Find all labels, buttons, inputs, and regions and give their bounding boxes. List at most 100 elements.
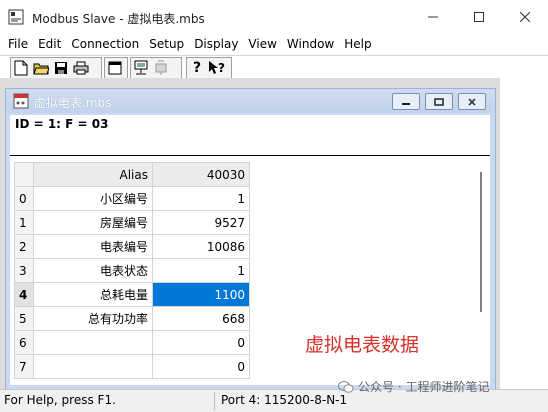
row-number: 7: [14, 354, 34, 379]
alias-cell[interactable]: [33, 330, 153, 355]
open-folder-icon: [33, 63, 49, 75]
row-number: 0: [14, 186, 34, 211]
wechat-watermark: 公众号 · 工程师进阶笔记: [338, 378, 489, 395]
window-icon: [108, 61, 122, 75]
maximize-icon: [474, 12, 484, 22]
alias-cell[interactable]: [33, 354, 153, 379]
menu-edit[interactable]: Edit: [33, 37, 66, 51]
header-divider: [10, 155, 490, 156]
maximize-button[interactable]: [456, 0, 502, 34]
value-cell[interactable]: 9527: [152, 210, 250, 235]
document-window: 虚拟电表.mbs ID = 1: F = 03 Alias 40030 0 小区…: [5, 88, 496, 390]
menu-bar: File Edit Connection Setup Display View …: [0, 34, 548, 54]
window-button[interactable]: [105, 59, 125, 77]
value-cell[interactable]: 0: [152, 330, 250, 355]
document-title: 虚拟电表.mbs: [34, 96, 112, 110]
value-cell[interactable]: 1: [152, 258, 250, 283]
new-button[interactable]: [11, 59, 31, 77]
address-column-header[interactable]: 40030: [152, 162, 250, 187]
wechat-watermark-text: 公众号 · 工程师进阶笔记: [358, 380, 490, 394]
row-number: 4: [14, 282, 34, 307]
menu-display[interactable]: Display: [189, 37, 243, 51]
wechat-icon: [338, 380, 354, 393]
table-header-row: Alias 40030: [14, 162, 250, 187]
alias-column-header[interactable]: Alias: [33, 162, 153, 187]
context-help-icon: ?: [209, 61, 225, 75]
document-close-button[interactable]: [458, 93, 486, 110]
table-row: 0 小区编号 1: [14, 186, 250, 211]
alias-cell[interactable]: 房屋编号: [33, 210, 153, 235]
alias-cell[interactable]: 电表状态: [33, 258, 153, 283]
vertical-scrollbar[interactable]: [475, 162, 487, 385]
menu-file[interactable]: File: [0, 37, 33, 51]
value-cell[interactable]: 0: [152, 354, 250, 379]
value-cell[interactable]: 1: [152, 186, 250, 211]
toolbar-help-group: ? ?: [186, 57, 232, 79]
table-row: 3 电表状态 1: [14, 258, 250, 283]
maximize-icon: [434, 97, 444, 106]
toolbar-connection-group: [130, 57, 182, 79]
close-button[interactable]: [502, 0, 548, 34]
document-maximize-button[interactable]: [425, 93, 453, 110]
connect-icon: [134, 60, 148, 75]
title-bar: Modbus Slave - 虚拟电表.mbs: [0, 0, 548, 34]
value-cell[interactable]: 668: [152, 306, 250, 331]
svg-text:?: ?: [218, 61, 225, 75]
row-number: 3: [14, 258, 34, 283]
value-cell-selected[interactable]: 1100: [152, 282, 250, 307]
scrollbar-thumb[interactable]: [480, 172, 482, 312]
disconnect-button[interactable]: [151, 59, 171, 77]
modbus-app-icon: [8, 9, 24, 25]
status-divider: [214, 392, 215, 410]
window-title: Modbus Slave - 虚拟电表.mbs: [32, 12, 205, 26]
document-title-bar[interactable]: 虚拟电表.mbs: [6, 89, 495, 113]
menu-view[interactable]: View: [243, 37, 281, 51]
minimize-button[interactable]: [410, 0, 456, 34]
row-number: 1: [14, 210, 34, 235]
open-button[interactable]: [31, 59, 51, 77]
disconnect-icon: [155, 60, 167, 75]
table-row: 5 总有功功率 668: [14, 306, 250, 331]
status-help-text: For Help, press F1.: [4, 393, 116, 407]
menu-help[interactable]: Help: [339, 37, 376, 51]
row-number: 5: [14, 306, 34, 331]
menu-connection[interactable]: Connection: [66, 37, 144, 51]
document-minimize-button[interactable]: [392, 93, 420, 110]
alias-cell[interactable]: 总有功功率: [33, 306, 153, 331]
row-number: 6: [14, 330, 34, 355]
value-cell[interactable]: 10086: [152, 234, 250, 259]
minimize-icon: [402, 102, 410, 105]
save-icon: [55, 62, 67, 74]
document-icon: [13, 93, 29, 109]
table-row: 1 房屋编号 9527: [14, 210, 250, 235]
overlay-annotation: 虚拟电表数据: [305, 334, 420, 356]
mdi-workspace: 虚拟电表.mbs ID = 1: F = 03 Alias 40030 0 小区…: [0, 78, 548, 390]
help-icon: ?: [192, 60, 202, 76]
alias-cell[interactable]: 电表编号: [33, 234, 153, 259]
register-table: Alias 40030 0 小区编号 1 1 房屋编号 9527 2 电表编号 …: [14, 162, 250, 379]
alias-cell[interactable]: 总耗电量: [33, 282, 153, 307]
row-number-header: [14, 162, 34, 187]
connect-button[interactable]: [131, 59, 151, 77]
table-row: 7 0: [14, 354, 250, 379]
toolbar-file-group: [10, 57, 102, 79]
table-row: 6 0: [14, 330, 250, 355]
row-number: 2: [14, 234, 34, 259]
workspace-edge: [500, 78, 548, 389]
print-button[interactable]: [71, 59, 91, 77]
table-row: 2 电表编号 10086: [14, 234, 250, 259]
menu-window[interactable]: Window: [282, 37, 339, 51]
save-button[interactable]: [51, 59, 71, 77]
new-file-icon: [14, 60, 28, 76]
status-port-text: Port 4: 115200-8-N-1: [221, 393, 348, 407]
print-icon: [73, 61, 89, 75]
context-help-button[interactable]: ?: [207, 59, 227, 77]
close-icon: [520, 12, 530, 22]
help-button[interactable]: ?: [187, 59, 207, 77]
menu-setup[interactable]: Setup: [144, 37, 189, 51]
toolbar: ? ?: [0, 55, 548, 79]
alias-cell[interactable]: 小区编号: [33, 186, 153, 211]
minimize-icon: [428, 16, 438, 18]
toolbar-window-group: [104, 57, 128, 79]
close-icon: [468, 97, 476, 106]
